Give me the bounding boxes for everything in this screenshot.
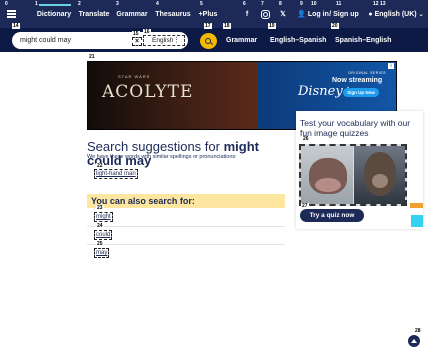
login-link[interactable]: 9 10 👤 Log in [297,0,329,28]
label-1: 1 [34,1,39,7]
search-icon [205,37,211,44]
hamburger-icon [6,9,16,20]
ad-info-icon[interactable]: i [388,63,394,69]
facebook-icon: f [245,10,249,18]
search-button[interactable] [200,33,217,49]
scroll-top-button[interactable] [408,335,420,347]
nav-label: Translate [78,10,110,18]
also-link-may[interactable]: may [94,248,110,258]
divider [87,244,285,245]
nav-label: Dictionary [36,10,72,18]
nav-label: +Plus [198,10,218,18]
quiz-image-seal [354,146,405,204]
nav-label: English (UK) [374,10,417,18]
label-3: 3 [115,1,120,7]
top-nav: 0 1 Dictionary 2 Translate 3 Grammar 4 T… [0,0,428,28]
ad-tag-small: ORIGINAL SERIES [348,71,386,75]
search-link-label: English–Spanish [270,36,327,44]
label-15: 15 [132,31,140,37]
nav-label: Log in [307,10,329,18]
page-title-prefix: Search suggestions for [87,139,220,154]
ad-streaming-text: Now streaming [332,77,383,84]
ad-cta-button[interactable]: Sign Up Now [343,88,379,97]
facebook-link[interactable]: 6 f [240,0,254,28]
chevron-down-icon: ⌄ [418,11,424,18]
search-link-label: Spanish–English [335,36,392,44]
label-24: 24 [96,223,104,229]
search-link-english-spanish[interactable]: 19 English–Spanish [268,23,327,52]
x-link[interactable]: 8 𝕏 [276,0,290,28]
label-7: 7 [260,1,265,7]
language-selector[interactable]: 12 13 ● English (UK) ⌄ [366,0,426,28]
more-icon: ⋮ [173,37,180,44]
label-10: 10 [310,1,318,7]
label-21: 21 [88,54,96,60]
label-23: 23 [96,205,104,211]
label-19: 19 [268,23,276,29]
x-icon: 𝕏 [280,11,286,18]
similar-intro: We have these words with similar spellin… [87,154,237,160]
try-quiz-button[interactable]: Try a quiz now [300,209,364,222]
seal-shape [364,152,396,196]
divider [87,226,285,227]
label-4: 4 [155,1,160,7]
search-link-grammar[interactable]: 18 Grammar [223,23,258,52]
nav-dictionary[interactable]: 1 Dictionary [32,0,76,28]
label-17: 17 [204,23,212,29]
user-icon: 👤 [297,11,306,18]
label-2: 2 [77,1,82,7]
label-8: 8 [278,1,283,7]
label-25: 25 [96,241,104,247]
label-9: 9 [299,1,304,7]
also-link-might[interactable]: might [94,212,113,222]
search-link-label: Grammar [226,36,258,44]
also-link-could[interactable]: could [94,230,113,240]
label-20: 20 [331,23,339,29]
nav-grammar[interactable]: 3 Grammar [113,0,151,28]
hippo-shape [309,158,347,194]
also-search-title: You can also search for: [91,196,195,206]
quiz-image-hippo [301,146,353,204]
suggestion-link[interactable]: light-hand man [94,169,138,179]
label-26: 26 [302,136,310,142]
label-14: 14 [12,23,20,29]
label-0: 0 [4,1,9,7]
quiz-accent-orange [410,203,423,208]
quiz-title: Test your vocabulary with our fun image … [300,118,411,138]
clear-button[interactable]: 15 × [132,31,142,46]
label-16: 16 [143,29,151,35]
ad-show-title: ACOLYTE [102,82,194,102]
instagram-icon [260,9,270,19]
label-18: 18 [223,23,231,29]
dictionary-select[interactable]: 16 English ⋮ [143,29,185,46]
label-11: 11 [335,1,343,7]
label-6: 6 [242,1,247,7]
label-28: 28 [414,328,422,334]
nav-thesaurus[interactable]: 4 Thesaurus [153,0,193,28]
ad-brand-small: STAR WARS [118,74,151,79]
nav-label: Grammar [116,10,148,18]
nav-translate[interactable]: 2 Translate [76,0,112,28]
globe-icon: ● [368,10,373,18]
nav-label: Thesaurus [155,10,191,18]
search-link-spanish-english[interactable]: 20 Spanish–English [331,23,392,52]
nav-label: / Sign up [329,10,359,18]
dictionary-select-label: English [152,37,174,44]
quiz-image[interactable] [299,144,407,206]
quiz-accent-cyan [411,215,423,227]
label-13: 13 [379,1,387,7]
close-icon: × [134,38,140,45]
label-5: 5 [199,1,204,7]
